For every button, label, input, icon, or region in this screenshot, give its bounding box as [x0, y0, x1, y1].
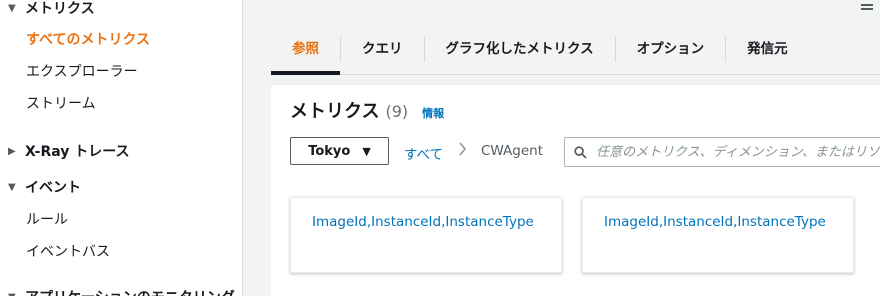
namespace-card[interactable]: ImageId,InstanceId,InstanceType — [582, 197, 854, 273]
sidebar-section-label: アプリケーションのモニタリング — [25, 287, 235, 296]
region-dropdown[interactable]: Tokyo ▼ — [290, 137, 389, 165]
tab-bar: 参照 クエリ グラフ化したメトリクス オプション 発信元 — [271, 24, 880, 75]
sidebar-item-streams[interactable]: ストリーム — [26, 93, 96, 113]
region-label: Tokyo — [308, 143, 351, 159]
sidebar-section-label: イベント — [25, 180, 81, 196]
menu-icon[interactable] — [861, 4, 873, 10]
sidebar-item-all-metrics[interactable]: すべてのメトリクス — [26, 29, 150, 49]
sidebar-item-rules[interactable]: ルール — [26, 209, 68, 229]
sidebar-item-explorer[interactable]: エクスプローラー — [26, 61, 138, 81]
sidebar-section-label: メトリクス — [25, 1, 95, 17]
tab-source[interactable]: 発信元 — [725, 36, 809, 62]
namespace-card-label: ImageId,InstanceId,InstanceType — [604, 214, 826, 230]
caret-down-icon: ▼ — [362, 144, 371, 158]
caret-right-icon: ▶ — [8, 145, 16, 157]
sidebar-section-metrics[interactable]: ▼ メトリクス — [8, 0, 95, 18]
search-box — [564, 137, 880, 167]
page-title: メトリクス — [290, 101, 380, 122]
main-content: 参照 クエリ グラフ化したメトリクス オプション 発信元 メトリクス (9) 情… — [243, 0, 880, 296]
chevron-right-icon — [458, 142, 467, 160]
breadcrumb-namespace: CWAgent — [481, 143, 543, 159]
tab-options[interactable]: オプション — [614, 36, 726, 62]
sidebar-section-xray[interactable]: ▶ X-Ray トレース — [8, 141, 130, 161]
search-input[interactable] — [594, 143, 880, 161]
tab-query[interactable]: クエリ — [340, 36, 424, 62]
panel-header: メトリクス (9) 情報 — [290, 97, 444, 123]
metrics-panel: メトリクス (9) 情報 Tokyo ▼ すべて CWAgent ImageId… — [271, 84, 880, 296]
tab-graphed-metrics[interactable]: グラフ化したメトリクス — [423, 36, 615, 62]
sidebar: ▼ メトリクス すべてのメトリクス エクスプローラー ストリーム ▶ X-Ray… — [0, 0, 243, 296]
sidebar-item-event-buses[interactable]: イベントバス — [26, 241, 110, 261]
metric-count: (9) — [385, 102, 409, 121]
search-icon — [574, 145, 587, 159]
sidebar-section-events[interactable]: ▼ イベント — [8, 177, 81, 197]
tab-browse[interactable]: 参照 — [271, 36, 340, 75]
breadcrumb-all[interactable]: すべて — [404, 143, 443, 163]
sidebar-section-app-monitoring[interactable]: ▼ アプリケーションのモニタリング — [8, 287, 235, 296]
namespace-card-label: ImageId,InstanceId,InstanceType — [312, 214, 534, 230]
sidebar-section-label: X-Ray トレース — [25, 144, 130, 160]
caret-down-icon: ▼ — [8, 2, 16, 14]
caret-down-icon: ▼ — [8, 181, 16, 193]
namespace-card[interactable]: ImageId,InstanceId,InstanceType — [290, 197, 562, 273]
info-link[interactable]: 情報 — [422, 105, 444, 121]
caret-down-icon: ▼ — [8, 292, 18, 296]
